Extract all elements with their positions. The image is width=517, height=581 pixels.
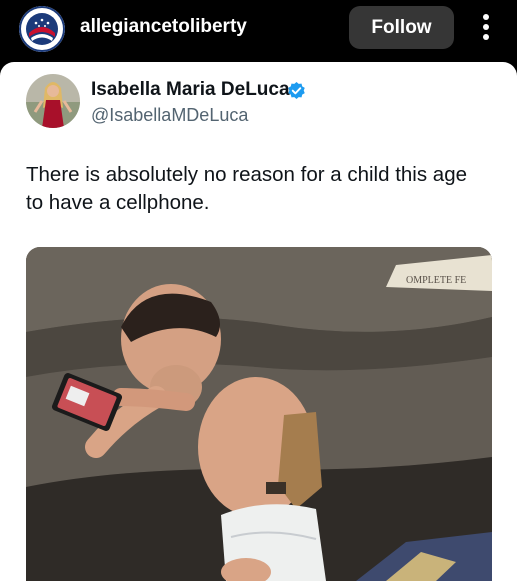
- baby-with-phone-photo: OMPLETE FE: [26, 247, 492, 581]
- author-name[interactable]: Isabella Maria DeLuca: [91, 79, 290, 101]
- author-photo-icon: [26, 74, 80, 128]
- tweet-card: Isabella Maria DeLuca @IsabellaMDeLuca T…: [0, 62, 517, 581]
- follow-button[interactable]: Follow: [349, 6, 454, 49]
- tweet-photo[interactable]: OMPLETE FE: [26, 247, 492, 581]
- tweet-text: There is absolutely no reason for a chil…: [26, 161, 496, 217]
- author-avatar[interactable]: [26, 74, 80, 128]
- account-avatar[interactable]: [19, 6, 65, 52]
- account-username[interactable]: allegiancetoliberty: [80, 16, 247, 38]
- vertical-ellipsis-icon[interactable]: [474, 10, 498, 44]
- allegiance-logo-icon: [19, 6, 65, 52]
- tweet-text-line: There is absolutely no reason for a chil…: [26, 163, 468, 186]
- tweet-text-line: to have a cellphone.: [26, 191, 210, 214]
- post-header: allegiancetoliberty Follow: [0, 0, 517, 62]
- verified-badge-icon: [288, 81, 305, 100]
- author-handle[interactable]: @IsabellaMDeLuca: [91, 105, 248, 126]
- pillow-text: OMPLETE FE: [406, 275, 466, 286]
